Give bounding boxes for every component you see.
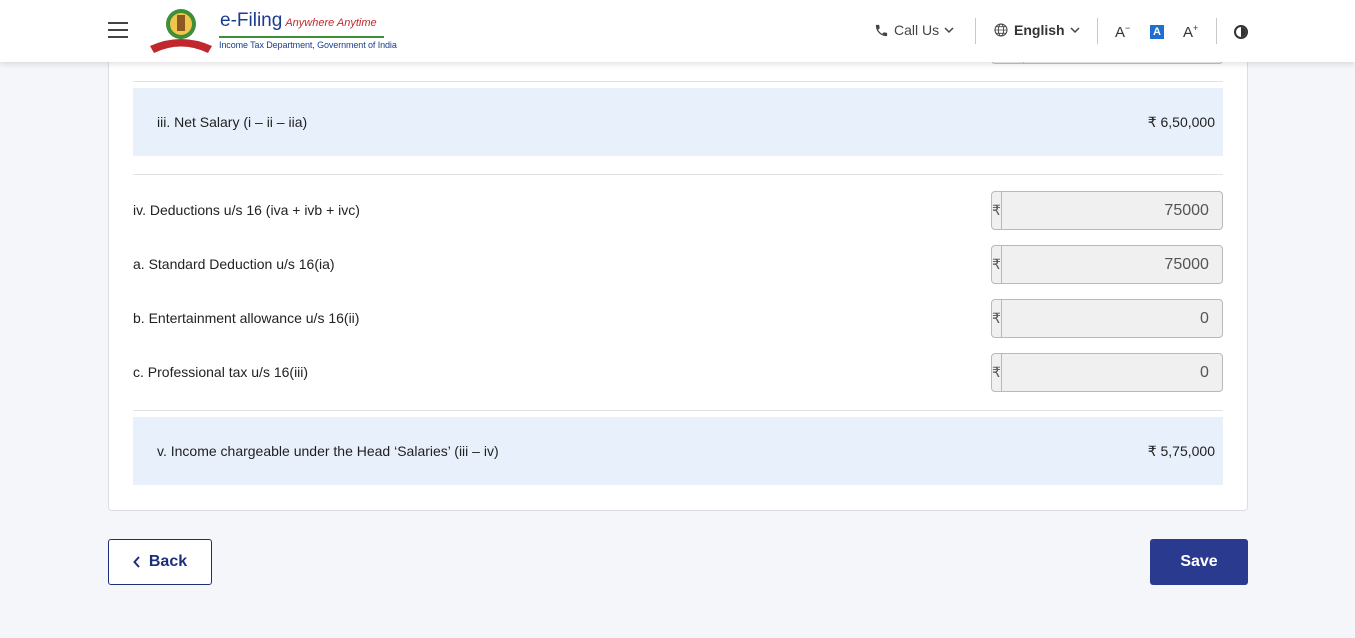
net-salary-label: iii. Net Salary (i – ii – iia) xyxy=(157,114,308,130)
font-increase-button[interactable]: A+ xyxy=(1183,23,1198,41)
divider xyxy=(975,18,976,44)
standard-deduction-input[interactable] xyxy=(1001,246,1222,283)
professional-tax-input[interactable] xyxy=(1001,354,1222,391)
font-normal-button[interactable]: A xyxy=(1150,25,1164,39)
contrast-icon[interactable] xyxy=(1234,25,1248,39)
divider xyxy=(1216,18,1217,44)
call-us-menu[interactable]: Call Us xyxy=(874,22,954,38)
deductions-total-label: iv. Deductions u/s 16 (iva + ivb + ivc) xyxy=(133,202,360,218)
divider xyxy=(133,410,1223,411)
globe-icon xyxy=(994,23,1008,37)
chevron-left-icon xyxy=(133,556,140,568)
rupee-icon: ₹ xyxy=(992,300,1002,337)
deductions-total-field[interactable]: ₹ xyxy=(991,191,1223,230)
back-button[interactable]: Back xyxy=(108,539,212,585)
entertainment-allowance-input[interactable] xyxy=(1001,300,1222,337)
entertainment-allowance-label: b. Entertainment allowance u/s 16(ii) xyxy=(133,310,360,326)
phone-icon xyxy=(875,24,888,36)
professional-tax-label: c. Professional tax u/s 16(iii) xyxy=(133,364,309,380)
entertainment-allowance-field[interactable]: ₹ xyxy=(991,299,1223,338)
logo-subtitle: Income Tax Department, Government of Ind… xyxy=(219,36,397,50)
language-selector[interactable]: English xyxy=(993,22,1080,38)
language-label: English xyxy=(1014,22,1065,38)
save-button[interactable]: Save xyxy=(1150,539,1248,585)
standard-deduction-label: a. Standard Deduction u/s 16(ia) xyxy=(133,256,335,272)
divider xyxy=(1097,18,1098,44)
back-label: Back xyxy=(148,553,188,570)
divider xyxy=(133,81,1223,82)
font-decrease-button[interactable]: A− xyxy=(1115,23,1130,41)
menu-icon[interactable] xyxy=(108,22,128,38)
chevron-down-icon xyxy=(944,27,954,34)
call-us-label: Call Us xyxy=(894,22,940,38)
emblem-icon xyxy=(150,9,212,53)
income-chargeable-value: ₹ 5,75,000 xyxy=(1147,443,1215,459)
income-chargeable-label: v. Income chargeable under the Head ‘Sal… xyxy=(157,443,499,459)
logo-title: e-Filing Anywhere Anytime xyxy=(220,10,377,31)
efiling-logo[interactable]: e-Filing Anywhere Anytime Income Tax Depa… xyxy=(148,6,397,56)
rupee-icon: ₹ xyxy=(992,354,1002,391)
site-header: e-Filing Anywhere Anytime Income Tax Depa… xyxy=(0,0,1355,62)
deductions-total-input[interactable] xyxy=(1001,192,1222,229)
rupee-icon: ₹ xyxy=(992,192,1002,229)
standard-deduction-field[interactable]: ₹ xyxy=(991,245,1223,284)
chevron-down-icon xyxy=(1070,27,1080,34)
divider xyxy=(133,174,1223,175)
logo-tagline: Anywhere Anytime xyxy=(285,17,377,29)
save-label: Save xyxy=(1180,553,1218,570)
income-chargeable-summary: v. Income chargeable under the Head ‘Sal… xyxy=(133,417,1223,485)
net-salary-summary: iii. Net Salary (i – ii – iia) ₹ 6,50,00… xyxy=(133,88,1223,156)
net-salary-value: ₹ 6,50,000 xyxy=(1147,114,1215,130)
rupee-icon: ₹ xyxy=(992,246,1002,283)
professional-tax-field[interactable]: ₹ xyxy=(991,353,1223,392)
